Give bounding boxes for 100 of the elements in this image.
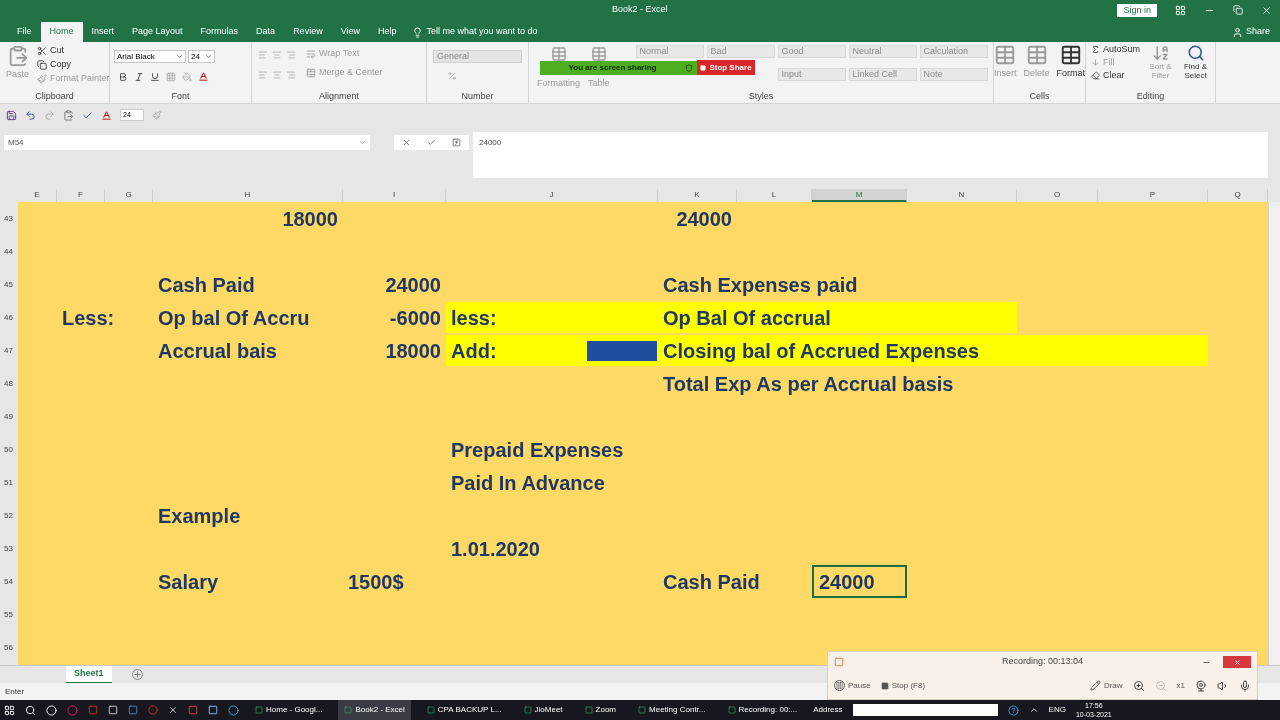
merge-center-icon	[306, 67, 316, 78]
editing-button[interactable]: AutoSum	[1089, 44, 1143, 55]
close-button[interactable]	[1223, 656, 1251, 668]
app-icon	[584, 706, 593, 714]
webcam-icon[interactable]	[1195, 679, 1207, 692]
formula-input[interactable]: 24000	[473, 132, 1268, 178]
taskbar-app[interactable]: Recording: 00:...	[721, 700, 804, 720]
row-header[interactable]: 49	[0, 400, 18, 433]
cell-text: Op Bal Of accrual	[662, 305, 832, 331]
row-header[interactable]: 52	[0, 499, 18, 532]
restore-icon[interactable]	[1233, 5, 1243, 15]
ribbon-tab[interactable]: File	[8, 22, 41, 42]
row-header[interactable]: 51	[0, 466, 18, 499]
help-icon[interactable]	[1007, 704, 1019, 716]
ribbon-tab[interactable]: Data	[247, 22, 285, 42]
save-icon[interactable]	[6, 109, 17, 121]
ribbon-tab[interactable]: Home	[40, 22, 83, 42]
enter-icon[interactable]	[427, 138, 436, 147]
sign-in-button[interactable]: Sign in	[1117, 3, 1157, 17]
cells-button[interactable]: Format	[1054, 44, 1088, 92]
sheet-tab[interactable]: Sheet1	[66, 665, 112, 684]
search-icon[interactable]	[25, 704, 36, 716]
paste-icon[interactable]	[63, 109, 74, 121]
shield-icon	[685, 64, 693, 72]
italic-icon[interactable]	[134, 71, 144, 82]
ribbon-tab[interactable]: Page Layout	[123, 22, 192, 42]
cell-text: Cash Expenses paid	[662, 272, 859, 298]
chevron-up-icon[interactable]	[1028, 705, 1039, 715]
zoom-in-icon[interactable]	[1132, 679, 1145, 692]
person-icon	[1231, 26, 1243, 38]
app-icon[interactable]	[168, 705, 178, 715]
pause-button[interactable]: Pause	[834, 679, 871, 692]
row-header[interactable]: 53	[0, 532, 18, 565]
cell-text: Example	[157, 503, 242, 529]
microphone-icon[interactable]	[1239, 679, 1251, 692]
row-header[interactable]: 47	[0, 334, 18, 367]
recording-title: Recording: 00:13:04	[1002, 655, 1084, 669]
language-indicator[interactable]: ENG	[1048, 704, 1066, 716]
table-icon	[590, 46, 607, 62]
stop-icon	[880, 681, 889, 690]
font-color-icon[interactable]	[198, 71, 209, 82]
row-header[interactable]: 56	[0, 631, 18, 664]
cut-button[interactable]: Cut	[35, 45, 112, 56]
group-label: Clipboard	[35, 91, 74, 102]
editing-button[interactable]: Clear	[1089, 70, 1143, 81]
ribbon-tab[interactable]: Review	[284, 22, 332, 42]
taskbar-app[interactable]: Home - Googl...	[249, 700, 329, 720]
editing-large-button[interactable]: Find & Select	[1179, 44, 1212, 92]
font-family-select[interactable]: Arial Black	[114, 50, 186, 63]
ribbon-tab[interactable]: Help	[369, 22, 406, 42]
taskbar-app[interactable]: JioMeet	[517, 700, 569, 720]
cell-text: Less:	[61, 305, 116, 331]
vertical-scrollbar[interactable]	[1268, 202, 1280, 665]
address-field[interactable]	[852, 704, 998, 716]
draw-button[interactable]: Draw	[1089, 679, 1123, 692]
row-header[interactable]: 45	[0, 268, 18, 301]
stop-share-button[interactable]: Stop Share	[697, 60, 755, 75]
insert-function-icon[interactable]	[452, 138, 461, 147]
row-header[interactable]: 50	[0, 433, 18, 466]
name-box[interactable]: M54	[4, 135, 370, 150]
font-color-icon[interactable]	[101, 109, 112, 121]
add-sheet-icon[interactable]	[131, 669, 143, 680]
ribbon-tab[interactable]: View	[331, 22, 369, 42]
ribbon-tab[interactable]: Insert	[82, 22, 124, 42]
undo-icon[interactable]	[25, 109, 36, 121]
cell-text: 24000	[818, 569, 876, 595]
ribbon-tab[interactable]: Formulas	[191, 22, 248, 42]
ribbon-display-icon[interactable]	[1175, 4, 1186, 16]
start-icon[interactable]	[4, 704, 15, 716]
fill-color-icon[interactable]	[182, 71, 192, 82]
column-header[interactable]: M	[812, 189, 907, 202]
browser-icon[interactable]	[228, 704, 239, 716]
cortana-icon[interactable]	[46, 704, 57, 716]
taskbar-app[interactable]: Meeting Contr...	[632, 700, 712, 720]
table-icon	[994, 44, 1017, 66]
row-header[interactable]: 46	[0, 301, 18, 334]
row-header[interactable]: 54	[0, 565, 18, 598]
stop-button[interactable]: Stop (F8)	[880, 679, 926, 692]
row-header[interactable]: 44	[0, 235, 18, 268]
underline-icon[interactable]	[150, 71, 160, 82]
taskbar-app[interactable]: Zoom	[578, 700, 623, 720]
speaker-icon[interactable]	[1217, 679, 1229, 692]
taskbar-app[interactable]: Book2 - Excel	[338, 700, 411, 720]
cancel-icon[interactable]	[402, 138, 411, 147]
taskbar-app[interactable]: CPA BACKUP L...	[420, 700, 508, 720]
row-header[interactable]: 55	[0, 598, 18, 631]
copy-button[interactable]: Copy	[35, 59, 112, 70]
cell-text: Paid In Advance	[450, 470, 606, 496]
lightbulb-icon[interactable]	[411, 26, 423, 38]
font-size-select[interactable]: 24	[188, 50, 215, 63]
row-header[interactable]: 48	[0, 367, 18, 400]
spelling-icon[interactable]	[82, 109, 93, 121]
table-icon	[550, 46, 567, 62]
sigma-icon	[1091, 45, 1100, 54]
row-header[interactable]: 43	[0, 202, 18, 235]
bold-icon[interactable]	[118, 71, 128, 82]
selected-cell[interactable]: 24000	[812, 565, 907, 598]
tell-me-field[interactable]: Tell me what you want to do	[426, 25, 538, 39]
share-button[interactable]: Share	[1231, 22, 1270, 42]
close-icon[interactable]	[1261, 4, 1272, 16]
